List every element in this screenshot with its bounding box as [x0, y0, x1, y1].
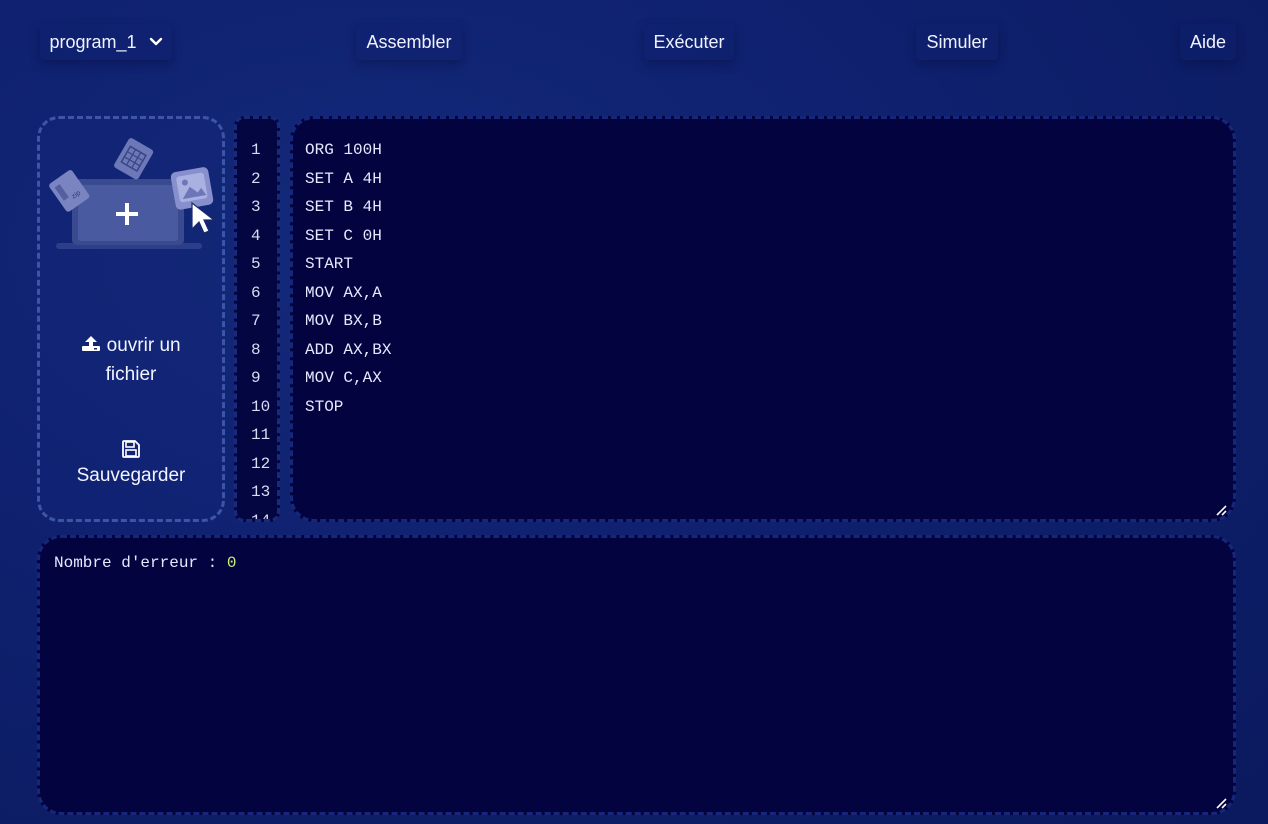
code-line: START [305, 255, 354, 273]
open-file-button[interactable]: ouvrir un fichier [40, 331, 222, 389]
file-drop-panel[interactable]: zip ouvrir un fichier Sauvegarder [37, 116, 225, 522]
line-number: 2 [251, 169, 261, 188]
line-number: 9 [251, 369, 261, 387]
save-label: Sauvegarder [76, 465, 186, 486]
line-number: 7 [251, 312, 261, 330]
line-number: 11 [251, 426, 271, 444]
line-number: 4 [251, 226, 261, 245]
chevron-down-icon [149, 37, 163, 47]
code-line: SET A 4H [305, 169, 382, 188]
code-editor[interactable]: ORG 100H SET A 4H SET B 4H SET C 0H STAR… [290, 116, 1236, 522]
top-navbar: program_1 Assembler Exécuter Simuler Aid… [0, 0, 1268, 84]
output-console[interactable]: Nombre d'erreur : 0 [37, 535, 1236, 815]
line-number: 14 [251, 511, 271, 522]
editor-resize-handle[interactable] [1215, 503, 1227, 516]
upload-illustration: zip [42, 123, 222, 259]
line-number: 6 [251, 283, 261, 302]
line-number: 5 [251, 255, 261, 273]
code-line: MOV AX,A [305, 283, 382, 302]
program-name: program_1 [49, 31, 137, 52]
help-button[interactable]: Aide [1180, 24, 1236, 60]
program-select[interactable]: program_1 [40, 24, 172, 60]
save-button[interactable]: Sauvegarder [40, 439, 222, 487]
code-line: SET B 4H [305, 198, 382, 216]
error-count-value: 0 [226, 554, 237, 572]
line-number: 12 [251, 454, 271, 473]
line-number-gutter: 1 2 3 4 5 6 7 8 9 10 11 12 13 14 [234, 116, 280, 522]
upload-icon [81, 335, 106, 356]
line-number: 13 [251, 483, 271, 501]
line-number: 8 [251, 340, 261, 359]
line-number: 3 [251, 198, 261, 216]
code-line: ORG 100H [305, 141, 382, 159]
open-file-label-line2: fichier [105, 364, 157, 385]
code-line: MOV C,AX [305, 369, 382, 387]
code-line: SET C 0H [305, 226, 382, 245]
assembler-button[interactable]: Assembler [356, 24, 462, 60]
code-line: ADD AX,BX [305, 340, 392, 359]
line-number: 1 [251, 141, 261, 159]
line-number: 10 [251, 397, 271, 416]
code-line: MOV BX,B [305, 312, 382, 330]
code-line: STOP [305, 397, 344, 416]
error-count-label: Nombre d'erreur : [54, 554, 227, 572]
execute-button[interactable]: Exécuter [644, 24, 734, 60]
floppy-disk-icon [121, 439, 141, 459]
open-file-label-line1: ouvrir un [106, 335, 181, 356]
simulate-button[interactable]: Simuler [916, 24, 998, 60]
console-resize-handle[interactable] [1215, 796, 1227, 809]
